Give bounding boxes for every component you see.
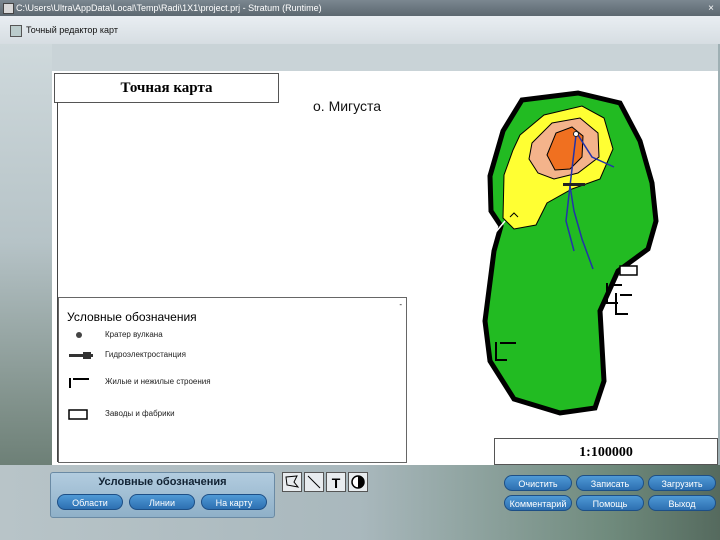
- hydro-plant-icon: [69, 352, 93, 359]
- polygon-glyph: [285, 475, 300, 488]
- factory-icon: [68, 409, 88, 420]
- legend-label: Гидроэлектростанция: [105, 350, 186, 359]
- legend-label: Жилые и нежилые строения: [105, 377, 211, 386]
- help-button[interactable]: Помощь: [576, 495, 644, 511]
- clear-button[interactable]: Очистить: [504, 475, 572, 491]
- line-tool-icon[interactable]: [304, 472, 324, 492]
- hydro-plant-icon: [563, 183, 585, 186]
- legend-label: Кратер вулкана: [105, 330, 163, 339]
- editor-menubar: Точный редактор карт: [0, 16, 720, 44]
- map-title: Точная карта: [54, 73, 279, 103]
- building-2: [615, 293, 632, 315]
- editor-name: Точный редактор карт: [26, 25, 118, 35]
- to-map-button[interactable]: На карту: [201, 494, 267, 510]
- text-tool-icon[interactable]: T: [326, 472, 346, 492]
- legend-collapse-icon[interactable]: -: [399, 300, 402, 309]
- legend-panel: Условные обозначения - Кратер вулкана Ги…: [58, 297, 407, 463]
- save-button[interactable]: Записать: [576, 475, 644, 491]
- fill-glyph: [351, 475, 365, 489]
- line-glyph: [307, 475, 321, 489]
- exit-button[interactable]: Выход: [648, 495, 716, 511]
- crater-icon: [573, 131, 579, 137]
- editor-icon: [10, 25, 22, 37]
- lines-button[interactable]: Линии: [129, 494, 195, 510]
- comment-button[interactable]: Комментарий: [504, 495, 572, 511]
- file-control-panel: Очистить Записать Загрузить Комментарий …: [500, 472, 720, 516]
- polygon-tool-icon[interactable]: [282, 472, 302, 492]
- legend-label: Заводы и фабрики: [105, 409, 175, 418]
- legend-control-panel: Условные обозначения Области Линии На ка…: [50, 472, 275, 518]
- canvas-top-frame: [52, 44, 718, 71]
- panel-title: Условные обозначения: [98, 476, 227, 488]
- map-scale: 1:100000: [494, 438, 718, 465]
- crater-icon: [76, 332, 82, 338]
- load-button[interactable]: Загрузить: [648, 475, 716, 491]
- app-icon: [3, 3, 14, 14]
- fill-tool-icon[interactable]: [348, 472, 368, 492]
- areas-button[interactable]: Области: [57, 494, 123, 510]
- window-titlebar: C:\Users\Ultra\AppData\Local\Temp\Radi\1…: [0, 0, 720, 16]
- close-window-icon[interactable]: ×: [708, 1, 714, 16]
- building-icon: [69, 378, 89, 388]
- island-name: о. Мигуста: [313, 98, 382, 114]
- legend-title: Условные обозначения: [67, 310, 197, 324]
- window-title: C:\Users\Ultra\AppData\Local\Temp\Radi\1…: [16, 3, 322, 13]
- factory-icon: [619, 265, 638, 276]
